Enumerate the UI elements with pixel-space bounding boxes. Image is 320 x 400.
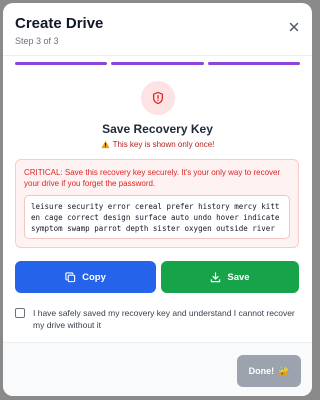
copy-button[interactable]: Copy	[15, 261, 156, 293]
copy-icon	[65, 271, 76, 282]
step-segment-1	[15, 62, 108, 65]
download-icon	[211, 271, 221, 282]
dialog-footer: Done! 🔐	[3, 342, 312, 396]
save-button-label: Save	[227, 271, 250, 283]
confirmation-checkbox[interactable]	[15, 308, 25, 318]
close-button[interactable]	[287, 20, 301, 34]
close-icon	[289, 22, 299, 32]
recovery-heading: Save Recovery Key	[102, 122, 213, 136]
warning-icon	[101, 140, 110, 149]
step-segment-3	[207, 62, 300, 65]
copy-button-label: Copy	[82, 271, 106, 283]
create-drive-dialog: Create Drive Step 3 of 3 Save Recovery K…	[3, 3, 312, 396]
done-button[interactable]: Done! 🔐	[237, 355, 301, 387]
step-segment-2	[111, 62, 204, 65]
shield-icon	[152, 91, 164, 105]
recovery-key-text[interactable]: leisure security error cereal prefer his…	[24, 195, 290, 239]
shield-badge	[141, 81, 175, 115]
once-warning: This key is shown only once!	[3, 140, 312, 149]
header-divider	[3, 55, 312, 56]
step-progress-bar	[15, 62, 300, 65]
once-warning-text: This key is shown only once!	[112, 140, 215, 149]
dialog-header: Create Drive Step 3 of 3	[3, 3, 312, 55]
lock-key-emoji: 🔐	[278, 365, 290, 376]
confirmation-label[interactable]: I have safely saved my recovery key and …	[33, 307, 300, 331]
save-button[interactable]: Save	[161, 261, 299, 293]
critical-notice-box: CRITICAL: Save this recovery key securel…	[15, 159, 299, 248]
done-button-label: Done!	[248, 366, 275, 376]
critical-notice-text: CRITICAL: Save this recovery key securel…	[24, 168, 281, 188]
confirmation-row: I have safely saved my recovery key and …	[15, 307, 300, 331]
dialog-title: Create Drive	[15, 15, 104, 32]
step-indicator: Step 3 of 3	[15, 36, 59, 46]
